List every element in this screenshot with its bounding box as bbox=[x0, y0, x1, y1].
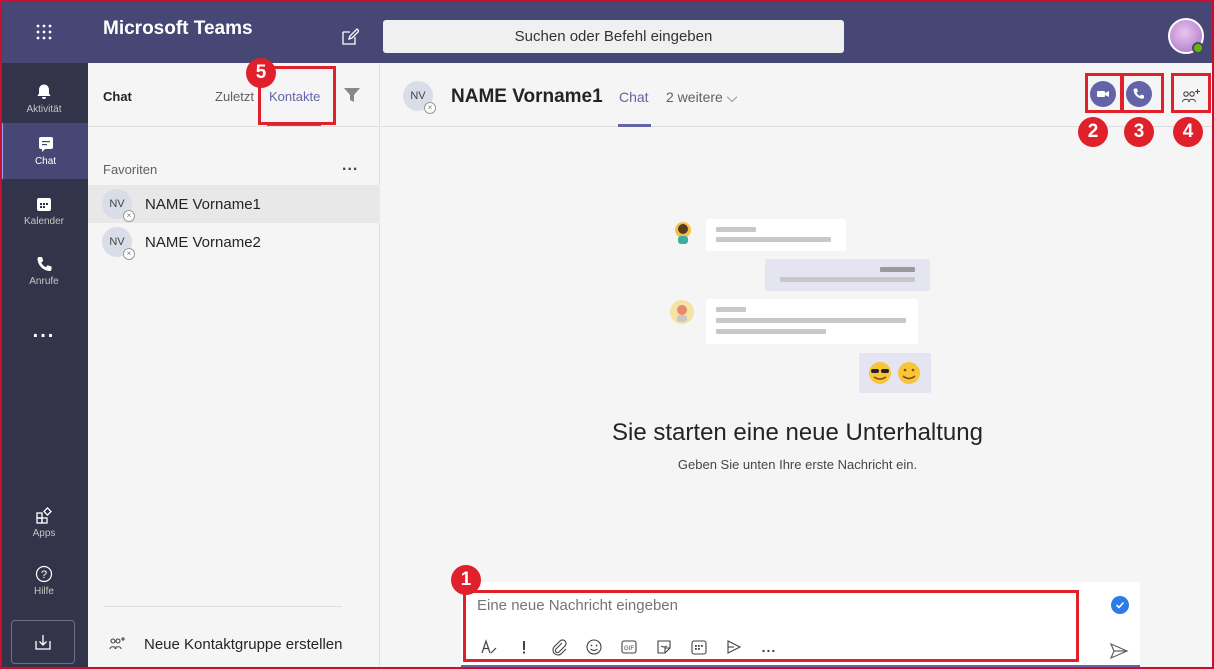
new-chat-icon[interactable] bbox=[341, 28, 359, 46]
checkmark-icon bbox=[1111, 596, 1129, 614]
annotation-box-1 bbox=[463, 590, 1079, 662]
emoji-bubble bbox=[859, 353, 931, 393]
conversation-pane: NV × NAME Vorname1 Chat 2 weitere ⌵ Sie … bbox=[381, 63, 1214, 669]
annotation-box-3 bbox=[1121, 73, 1164, 113]
presence-offline-icon: × bbox=[123, 210, 135, 222]
more-icon: ... bbox=[32, 319, 56, 342]
avatar: NV × bbox=[102, 189, 135, 222]
user-avatar[interactable] bbox=[1168, 18, 1204, 54]
favorites-label: Favoriten bbox=[103, 162, 158, 177]
rail-label: Chat bbox=[34, 156, 57, 167]
annotation-badge-2: 2 bbox=[1078, 117, 1108, 147]
rail-label: Aktivität bbox=[26, 104, 62, 115]
rail-item-chat[interactable]: Chat bbox=[0, 123, 88, 179]
app-title: Microsoft Teams bbox=[103, 18, 253, 39]
person-avatar-icon bbox=[670, 218, 696, 254]
tab-chat[interactable]: Chat bbox=[619, 89, 649, 105]
avatar: NV × bbox=[403, 81, 436, 114]
filter-icon[interactable] bbox=[343, 86, 361, 104]
annotation-badge-1: 1 bbox=[451, 565, 481, 595]
avatar: NV × bbox=[102, 227, 135, 260]
tab-recent[interactable]: Zuletzt bbox=[215, 89, 254, 104]
person-avatar-icon bbox=[668, 298, 696, 334]
send-icon[interactable] bbox=[1109, 641, 1129, 661]
rail-item-calls[interactable]: Anrufe bbox=[0, 243, 88, 299]
search-input[interactable]: Suchen oder Befehl eingeben bbox=[383, 20, 844, 53]
waffle-grid-icon[interactable] bbox=[0, 0, 88, 63]
list-title: Chat bbox=[103, 89, 132, 104]
avatar-initials: NV bbox=[109, 198, 125, 210]
empty-state-title: Sie starten eine neue Unterhaltung bbox=[612, 419, 983, 446]
conversation-title: NAME Vorname1 bbox=[451, 86, 603, 107]
calendar-icon bbox=[37, 198, 51, 211]
rail-label: Anrufe bbox=[29, 276, 59, 287]
illustration-bubble bbox=[706, 219, 846, 251]
new-contact-group-button[interactable]: Neue Kontaktgruppe erstellen bbox=[108, 635, 342, 653]
rail-label: Apps bbox=[32, 528, 56, 539]
download-icon bbox=[35, 635, 51, 650]
new-group-label: Neue Kontaktgruppe erstellen bbox=[144, 635, 343, 653]
tab-more-dropdown[interactable]: 2 weitere ⌵ bbox=[666, 89, 737, 106]
help-icon: ? bbox=[35, 565, 53, 583]
annotation-box-4 bbox=[1171, 73, 1211, 113]
annotation-box-2 bbox=[1085, 73, 1123, 113]
rail-item-help[interactable]: ? Hilfe bbox=[0, 553, 88, 609]
presence-offline-icon: × bbox=[123, 248, 135, 260]
presence-offline-icon: × bbox=[424, 102, 436, 114]
chat-icon bbox=[38, 137, 53, 152]
favorites-more-icon[interactable]: ... bbox=[342, 157, 358, 175]
rail-label: Kalender bbox=[23, 216, 65, 227]
rail-label: Hilfe bbox=[33, 586, 54, 597]
phone-icon bbox=[37, 257, 52, 271]
illustration-bubble bbox=[706, 299, 918, 344]
rail-item-activity[interactable]: Aktivität bbox=[0, 71, 88, 127]
rail-item-calendar[interactable]: Kalender bbox=[0, 183, 88, 239]
app-rail: Aktivität Chat Kalender Anrufe ... Apps … bbox=[0, 63, 88, 669]
annotation-badge-3: 3 bbox=[1124, 117, 1154, 147]
svg-text:?: ? bbox=[41, 569, 47, 581]
bell-icon bbox=[37, 84, 51, 99]
download-button[interactable] bbox=[11, 620, 75, 664]
avatar-initials: NV bbox=[109, 236, 125, 248]
top-bar: Microsoft Teams Suchen oder Befehl einge… bbox=[0, 0, 1214, 63]
illustration-bubble bbox=[765, 259, 930, 291]
divider bbox=[104, 606, 342, 607]
presence-available-icon bbox=[1192, 42, 1204, 54]
annotation-badge-5: 5 bbox=[246, 58, 276, 88]
chat-list-pane: Chat Zuletzt Kontakte Favoriten ... NV × … bbox=[88, 63, 380, 669]
empty-state-subtitle: Geben Sie unten Ihre erste Nachricht ein… bbox=[677, 457, 918, 472]
rail-item-apps[interactable]: Apps bbox=[0, 495, 88, 551]
contact-item[interactable]: NV × NAME Vorname2 bbox=[88, 223, 380, 261]
emoji-icon bbox=[869, 362, 920, 384]
annotation-badge-4: 4 bbox=[1173, 117, 1203, 147]
rail-item-more[interactable]: ... bbox=[0, 303, 88, 359]
contact-item[interactable]: NV × NAME Vorname1 bbox=[88, 185, 380, 223]
avatar-initials: NV bbox=[410, 90, 426, 102]
active-tab-indicator bbox=[618, 124, 651, 127]
apps-icon bbox=[36, 507, 52, 524]
contact-name: NAME Vorname1 bbox=[145, 195, 261, 213]
list-header: Chat Zuletzt Kontakte bbox=[88, 63, 380, 127]
add-people-icon bbox=[109, 637, 125, 650]
contact-name: NAME Vorname2 bbox=[145, 233, 261, 251]
